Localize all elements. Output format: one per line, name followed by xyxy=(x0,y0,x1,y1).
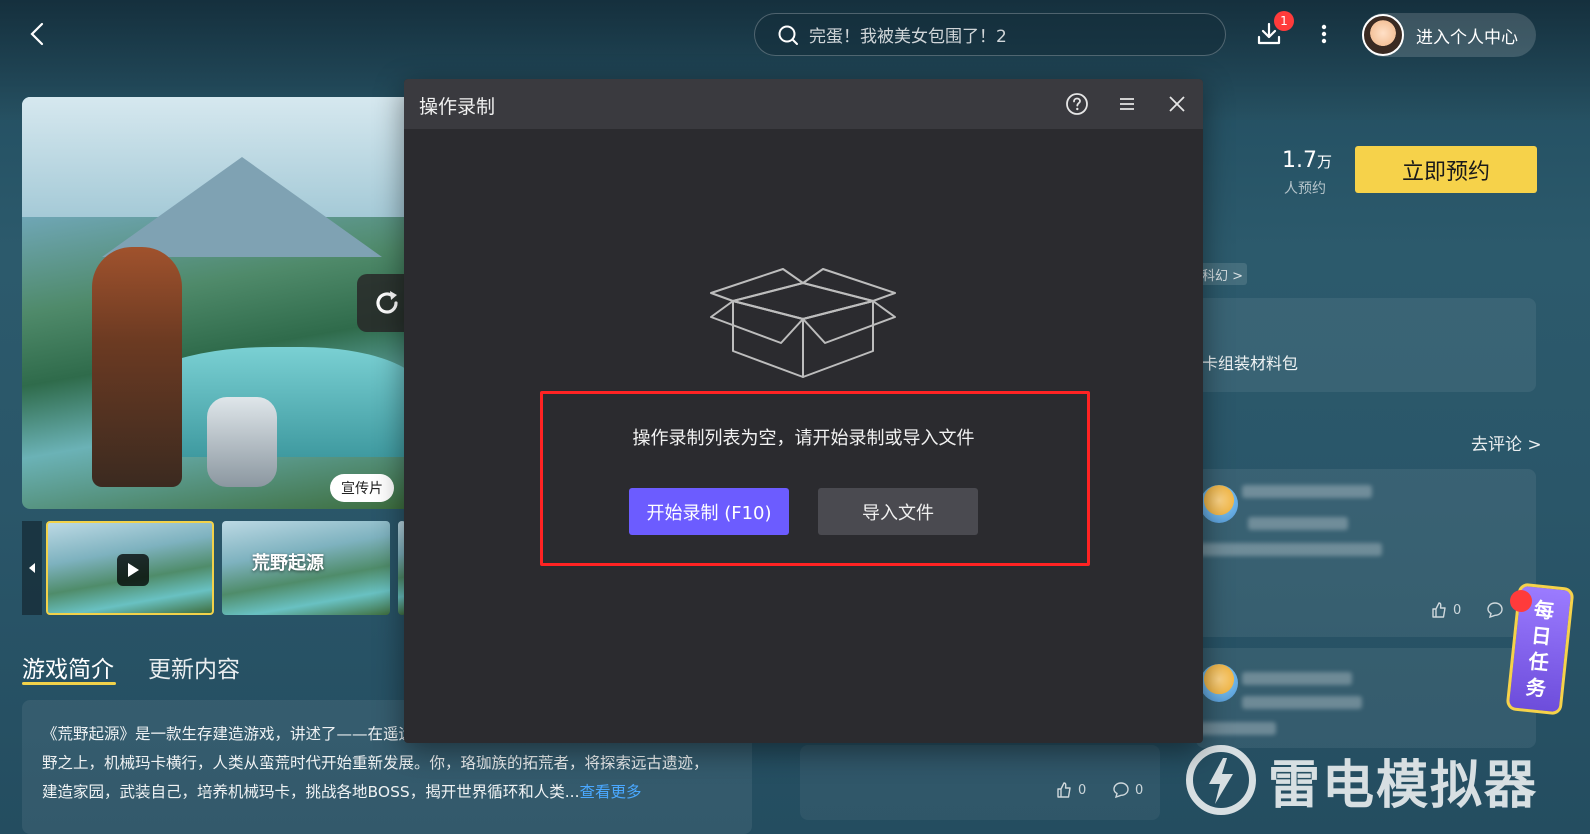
notification-dot xyxy=(1510,590,1532,612)
reserve-now-button[interactable]: 立即预约 xyxy=(1355,146,1537,193)
more-vertical-icon xyxy=(1321,24,1327,44)
promo-video-tag[interactable]: 宣传片 xyxy=(330,474,394,502)
close-button[interactable] xyxy=(1165,92,1189,116)
comment-count[interactable]: 0 xyxy=(1112,781,1143,799)
back-button[interactable] xyxy=(24,20,52,48)
comment-icon xyxy=(1487,602,1503,619)
caret-left-icon xyxy=(29,563,35,573)
user-center-button[interactable]: 进入个人中心 xyxy=(1362,13,1536,57)
empty-list-message: 操作录制列表为空，请开始录制或导入文件 xyxy=(632,428,975,449)
avatar xyxy=(1362,14,1404,56)
go-comment-link[interactable]: 去评论 > xyxy=(1471,430,1542,455)
thumbs-prev-button[interactable] xyxy=(22,521,42,615)
refresh-icon xyxy=(376,291,398,314)
download-badge: 1 xyxy=(1274,11,1294,31)
like-count[interactable]: 0 xyxy=(1055,781,1086,799)
comment-count[interactable] xyxy=(1486,601,1504,619)
user-center-label: 进入个人中心 xyxy=(1416,27,1518,48)
dialog-title: 操作录制 xyxy=(419,96,496,118)
watermark: 雷电模拟器 xyxy=(1186,740,1538,820)
empty-box-icon xyxy=(710,268,896,378)
description-line: 建造家园，武装自己，培养机械玛卡，挑战各地BOSS，揭开世界循环和人类...查看… xyxy=(42,783,642,801)
reserve-count-label: 人预约 xyxy=(1284,181,1326,197)
menu-icon xyxy=(1120,98,1134,110)
tab-active-underline xyxy=(22,682,116,685)
review-card[interactable] xyxy=(1196,648,1536,748)
lightning-logo-icon xyxy=(1186,745,1256,815)
help-icon xyxy=(1066,93,1088,115)
thumbs-up-icon xyxy=(1057,782,1071,798)
search-icon xyxy=(778,25,798,45)
play-icon xyxy=(117,554,149,586)
close-icon xyxy=(1169,96,1185,112)
tab-update-content[interactable]: 更新内容 xyxy=(148,650,240,684)
hero-figure xyxy=(92,247,182,487)
reserve-count: 1.7万 xyxy=(1282,148,1333,173)
thumbnail-video[interactable] xyxy=(46,521,214,615)
avatar xyxy=(1200,485,1238,523)
genre-tag[interactable]: 科幻 > xyxy=(1196,263,1247,285)
more-options-button[interactable] xyxy=(1312,20,1336,48)
watermark-text: 雷电模拟器 xyxy=(1268,755,1539,816)
operation-record-dialog: 操作录制 操作录制列表为空，请开始录制或导入文件 开始录制 (F10) 导入文件 xyxy=(404,79,1203,743)
start-record-button[interactable]: 开始录制 (F10) xyxy=(629,488,789,535)
thumbnail-image[interactable]: 荒野起源 xyxy=(222,521,390,615)
search-input[interactable]: 完蛋！我被美女包围了！2 xyxy=(754,13,1226,56)
like-count[interactable]: 0 xyxy=(1430,601,1461,619)
avatar xyxy=(1200,664,1238,702)
comment-icon xyxy=(1113,782,1129,799)
gift-pack-card[interactable]: 卡组装材料包 xyxy=(1196,298,1536,392)
tab-game-intro[interactable]: 游戏简介 xyxy=(22,650,114,684)
gift-pack-text: 卡组装材料包 xyxy=(1202,354,1299,373)
thumbnail-title: 荒野起源 xyxy=(252,553,324,574)
thumbs-up-icon xyxy=(1432,602,1446,618)
description-line: 野之上，机械玛卡横行，人类从蛮荒时代开始重新发展。你，珞珈族的拓荒者，将探索远古… xyxy=(42,754,709,772)
review-card[interactable]: 0 0 xyxy=(800,745,1160,820)
review-card[interactable]: 0 xyxy=(1196,469,1536,637)
menu-button[interactable] xyxy=(1115,92,1139,116)
dialog-header: 操作录制 xyxy=(404,79,1203,129)
robot-creature xyxy=(207,397,277,487)
see-more-link[interactable]: 查看更多 xyxy=(580,783,642,801)
import-file-button[interactable]: 导入文件 xyxy=(818,488,978,535)
search-placeholder: 完蛋！我被美女包围了！2 xyxy=(809,27,1007,47)
chevron-left-icon xyxy=(30,22,44,46)
help-button[interactable] xyxy=(1065,92,1089,116)
